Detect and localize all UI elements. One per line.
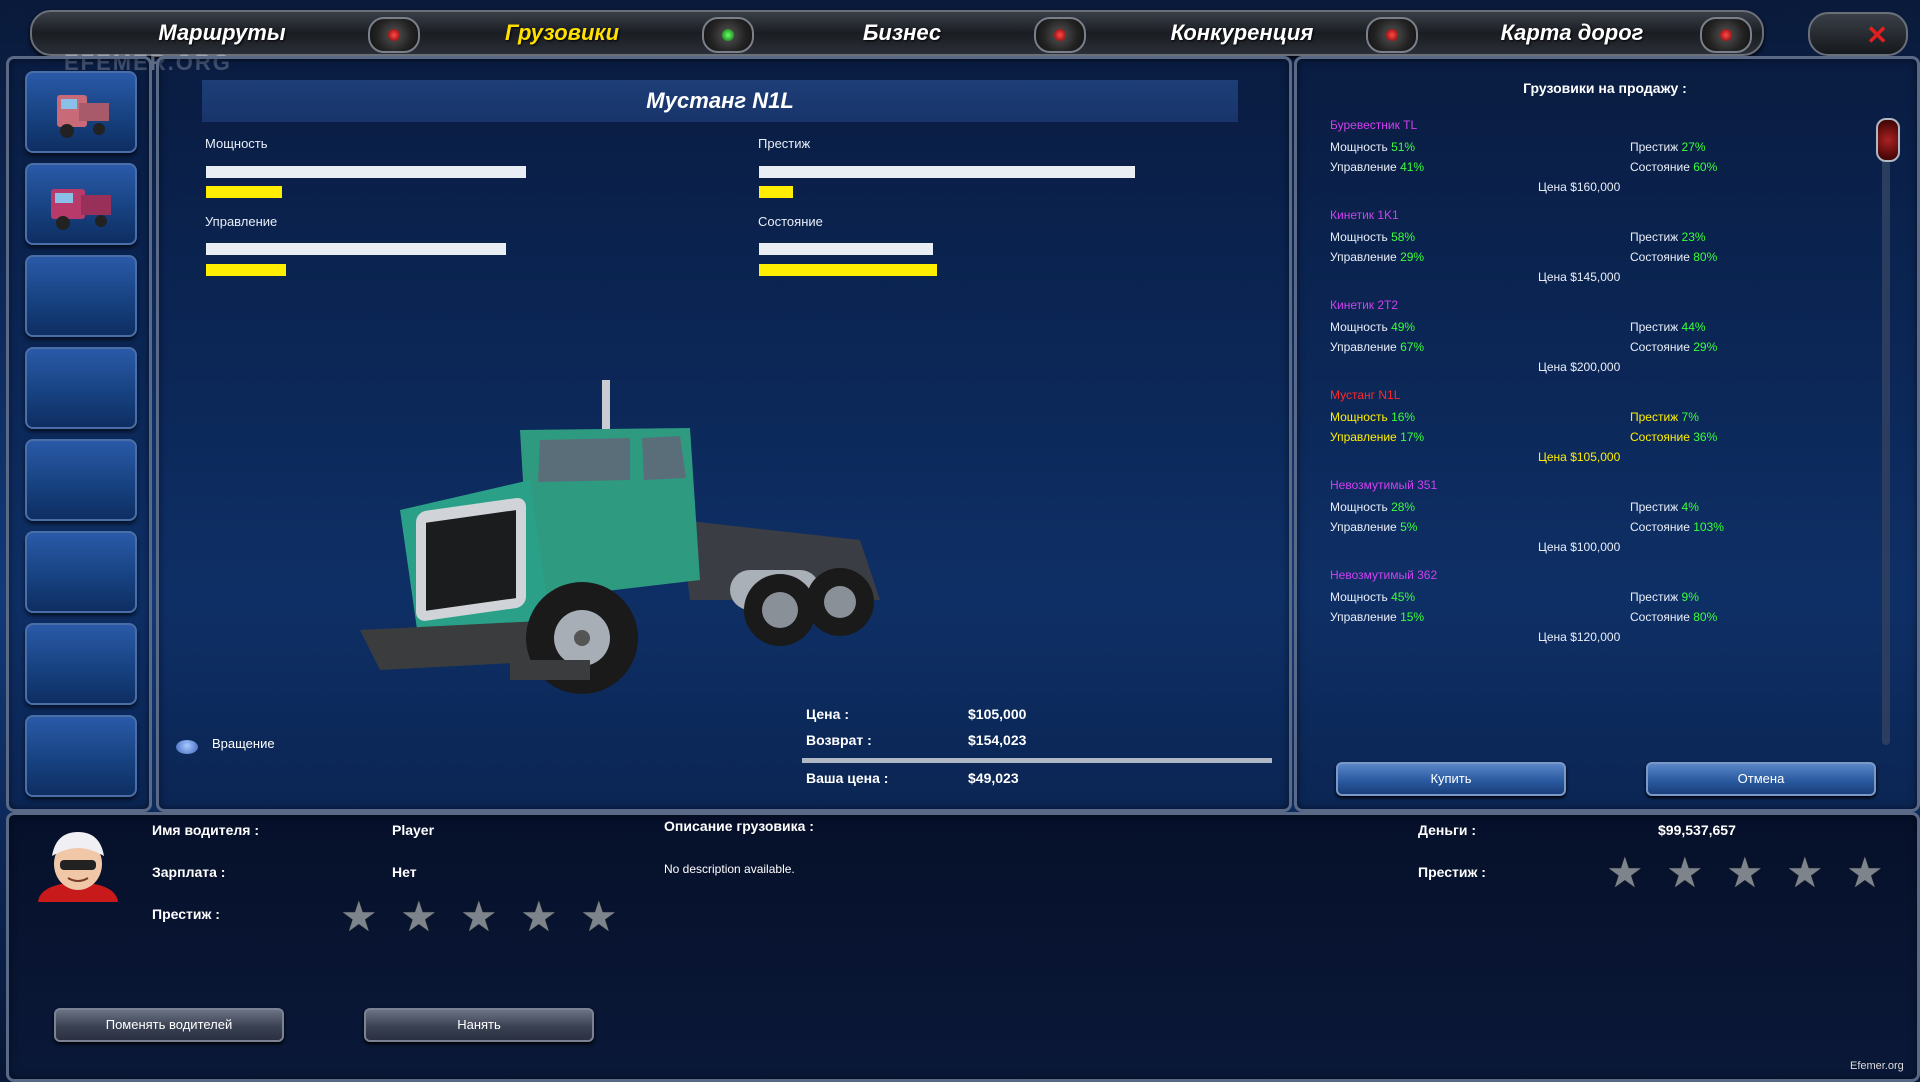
sale-item-name: Мустанг N1L — [1330, 388, 1401, 402]
price-label: Цена : — [806, 706, 849, 722]
stat-label-condition: Состояние — [758, 214, 823, 229]
condition-max-bar — [759, 243, 933, 255]
star-icon: ★ — [520, 893, 558, 940]
company-prestige-label: Престиж : — [1418, 864, 1486, 880]
power-max-bar — [206, 166, 526, 178]
your-price-value: $49,023 — [968, 770, 1019, 786]
salary-value: Нет — [392, 864, 417, 880]
stat-label-control: Управление — [205, 214, 278, 229]
stat-label-prestige: Престиж — [758, 136, 811, 151]
cancel-button[interactable]: Отмена — [1646, 762, 1876, 796]
tab-knob-icon — [702, 17, 754, 53]
driver-name-value: Player — [392, 822, 435, 838]
sale-item-price: Цена $200,000 — [1538, 360, 1621, 374]
power-bar — [206, 186, 282, 198]
price-value: $105,000 — [968, 706, 1027, 722]
money-label: Деньги : — [1418, 822, 1476, 838]
driver-avatar — [38, 832, 118, 902]
sale-list-scrollbar[interactable] — [1882, 120, 1890, 745]
tab-knob-icon — [1700, 17, 1752, 53]
top-navigation: Маршруты Грузовики Бизнес Конкуренция Ка… — [30, 10, 1764, 56]
driver-prestige-label: Престиж : — [152, 906, 220, 922]
star-icon: ★ — [1846, 849, 1884, 896]
tab-routes[interactable]: Маршруты — [92, 12, 352, 54]
tab-road-map[interactable]: Карта дорог — [1432, 12, 1712, 54]
truck-thumbnail-icon — [51, 189, 111, 230]
garage-slot-3[interactable] — [25, 255, 137, 337]
sale-item-name: Буревестник TL — [1330, 118, 1418, 132]
sale-item-price: Цена $100,000 — [1538, 540, 1621, 554]
star-icon: ★ — [460, 893, 498, 940]
garage-slot-8[interactable] — [25, 715, 137, 797]
truck-title: Мустанг N1L — [202, 80, 1238, 122]
price-separator — [802, 758, 1272, 763]
rotate-label: Вращение — [212, 736, 275, 751]
sale-item-name: Кинетик 1K1 — [1330, 208, 1399, 222]
close-icon: ✕ — [1866, 20, 1888, 50]
prestige-bar — [759, 186, 793, 198]
sale-item-name: Невозмутимый 351 — [1330, 478, 1438, 492]
garage-slot-7[interactable] — [25, 623, 137, 705]
change-drivers-button[interactable]: Поменять водителей — [54, 1008, 284, 1042]
star-icon: ★ — [340, 893, 378, 940]
refund-value: $154,023 — [968, 732, 1027, 748]
sale-list-item[interactable]: Буревестник TL Мощность 51% Престиж 27% Упр… — [1330, 118, 1850, 198]
description-text: No description available. — [664, 862, 795, 876]
star-icon: ★ — [1666, 849, 1704, 896]
driver-name-label: Имя водителя : — [152, 822, 260, 838]
sale-list-item[interactable]: Невозмутимый 362 Мощность 45% Престиж 9% Уп… — [1330, 568, 1850, 648]
buy-button[interactable]: Купить — [1336, 762, 1566, 796]
sale-item-price: Цена $160,000 — [1538, 180, 1621, 194]
star-icon: ★ — [1726, 849, 1764, 896]
star-icon: ★ — [1786, 849, 1824, 896]
tab-competition[interactable]: Конкуренция — [1102, 12, 1382, 54]
close-button[interactable]: ✕ — [1808, 12, 1908, 56]
tab-trucks[interactable]: Грузовики — [432, 12, 692, 54]
footer-watermark: Efemer.org — [1850, 1060, 1904, 1072]
garage-slot-6[interactable] — [25, 531, 137, 613]
sale-item-price: Цена $105,000 — [1538, 450, 1621, 464]
tab-knob-icon — [1366, 17, 1418, 53]
sale-list-item[interactable]: Кинетик 1K1 Мощность 58% Престиж 23% Управл… — [1330, 208, 1850, 288]
rotate-toggle-icon[interactable] — [176, 740, 198, 754]
description-label: Описание грузовика : — [664, 818, 814, 834]
your-price-label: Ваша цена : — [806, 770, 889, 786]
truck-thumbnail-icon — [57, 95, 109, 138]
sale-list-title: Грузовики на продажу : — [1523, 80, 1687, 96]
tab-knob-icon — [1034, 17, 1086, 53]
stat-label-power: Мощность — [205, 136, 268, 151]
prestige-max-bar — [759, 166, 1135, 178]
refund-label: Возврат : — [806, 732, 872, 748]
garage-slot-1[interactable] — [25, 71, 137, 153]
garage-slots — [6, 56, 152, 812]
star-icon: ★ — [1606, 849, 1644, 896]
garage-slot-2[interactable] — [25, 163, 137, 245]
sale-item-name: Невозмутимый 362 — [1330, 568, 1438, 582]
money-value: $99,537,657 — [1658, 822, 1736, 838]
truck-model-image[interactable] — [360, 370, 930, 740]
tab-business[interactable]: Бизнес — [772, 12, 1032, 54]
condition-bar — [759, 264, 937, 276]
sale-list-item[interactable]: Мустанг N1L Мощность 16% Престиж 7% Управле… — [1330, 388, 1850, 468]
star-icon: ★ — [580, 893, 618, 940]
salary-label: Зарплата : — [152, 864, 226, 880]
sale-list-item[interactable]: Невозмутимый 351 Мощность 28% Престиж 4% Уп… — [1330, 478, 1850, 558]
scroll-thumb[interactable] — [1876, 118, 1900, 162]
sale-list-item[interactable]: Кинетик 2Т2 Мощность 49% Престиж 44% Управл… — [1330, 298, 1850, 378]
sale-item-price: Цена $120,000 — [1538, 630, 1621, 644]
star-icon: ★ — [400, 893, 438, 940]
control-max-bar — [206, 243, 506, 255]
sale-item-name: Кинетик 2Т2 — [1330, 298, 1399, 312]
tab-knob-icon — [368, 17, 420, 53]
sale-item-price: Цена $145,000 — [1538, 270, 1621, 284]
control-bar — [206, 264, 286, 276]
hire-button[interactable]: Нанять — [364, 1008, 594, 1042]
garage-slot-4[interactable] — [25, 347, 137, 429]
garage-slot-5[interactable] — [25, 439, 137, 521]
